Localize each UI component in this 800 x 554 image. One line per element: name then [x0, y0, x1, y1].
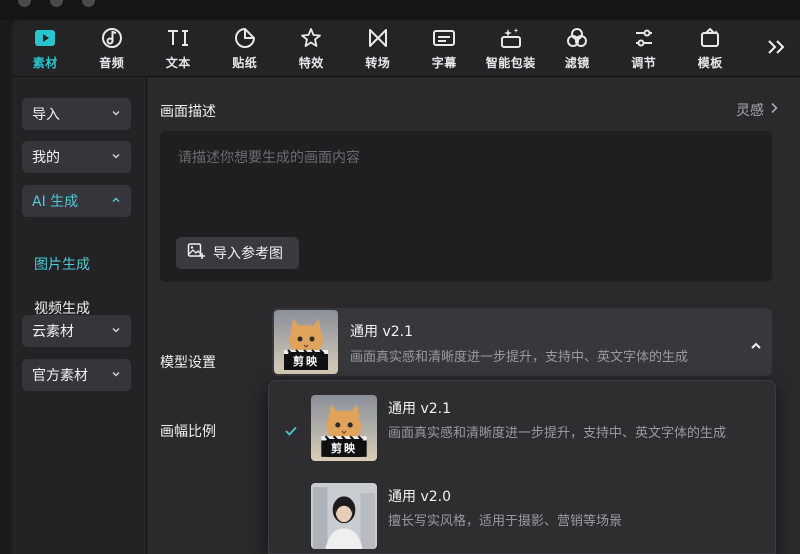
sidebar-item-label: 导入 — [32, 107, 60, 123]
sidebar: 导入 我的 AI 生成 图片生成 视频生成 云素材 官方素材 — [12, 78, 147, 554]
prompt-input[interactable] — [160, 131, 772, 231]
sidebar-item-label: 我的 — [32, 150, 60, 166]
adjust-sliders-icon — [632, 26, 656, 50]
import-reference-label: 导入参考图 — [213, 246, 283, 262]
model-settings-label: 模型设置 — [160, 355, 216, 371]
thumbnail-clapper-text: 剪映 — [326, 439, 362, 457]
model-option-v2-1[interactable]: 剪映 通用 v2.1 画面真实感和清晰度进一步提升，支持中、英文字体的生成 — [269, 381, 775, 475]
sidebar-item-label: 云素材 — [32, 324, 74, 340]
toolbar-item-label: 调节 — [631, 55, 657, 70]
inspiration-label: 灵感 — [736, 103, 764, 119]
toolbar-item-subtitle[interactable]: 字幕 — [411, 20, 478, 77]
model-option-v2-0[interactable]: 通用 v2.0 擅长写实风格，适用于摄影、营销等场景 — [269, 469, 775, 553]
toolbar-item-filter[interactable]: 滤镜 — [544, 20, 611, 77]
aspect-ratio-label: 画幅比例 — [160, 424, 216, 440]
text-icon — [166, 26, 190, 50]
toolbar-more-button[interactable] — [762, 36, 792, 62]
toolbar-item-label: 特效 — [298, 55, 324, 70]
toolbar-item-label: 滤镜 — [564, 55, 590, 70]
toolbar-item-template[interactable]: 模板 — [677, 20, 744, 77]
thumbnail-clapper-text: 剪映 — [288, 352, 324, 370]
chevron-right-icon — [770, 102, 778, 118]
chevron-up-icon — [111, 193, 121, 209]
sidebar-item-mine[interactable]: 我的 — [22, 141, 131, 173]
chevron-up-icon — [750, 336, 762, 355]
chevron-down-icon — [111, 323, 121, 339]
window-minimize-control[interactable] — [50, 0, 63, 7]
toolbar-item-label: 素材 — [32, 55, 58, 70]
model-thumbnail — [311, 483, 377, 549]
selected-model-name: 通用 v2.1 — [350, 324, 413, 340]
toolbar-item-adjust[interactable]: 调节 — [611, 20, 678, 77]
sidebar-item-image-generate[interactable]: 图片生成 — [34, 254, 90, 274]
toolbar-item-sticker[interactable]: 贴纸 — [212, 20, 279, 77]
toolbar-item-audio[interactable]: 音频 — [79, 20, 146, 77]
toolbar-item-transition[interactable]: 转场 — [345, 20, 412, 77]
window-titlebar — [0, 0, 800, 20]
model-thumbnail: 剪映 — [274, 310, 338, 374]
toolbar-item-label: 转场 — [365, 55, 391, 70]
model-option-name: 通用 v2.1 — [388, 401, 451, 417]
window-zoom-control[interactable] — [82, 0, 95, 7]
chevron-down-icon — [111, 106, 121, 122]
toolbar-item-label: 文本 — [165, 55, 191, 70]
toolbar-item-label: 模板 — [697, 55, 723, 70]
prompt-box: 导入参考图 — [160, 131, 772, 282]
model-dropdown: 剪映 通用 v2.1 画面真实感和清晰度进一步提升，支持中、英文字体的生成 通用… — [268, 380, 776, 554]
selected-model-description: 画面真实感和清晰度进一步提升，支持中、英文字体的生成 — [350, 350, 689, 365]
chevron-down-icon — [111, 367, 121, 383]
double-chevron-right-icon — [766, 39, 788, 59]
sidebar-item-ai-generate[interactable]: AI 生成 — [22, 185, 131, 217]
sidebar-item-label: AI 生成 — [32, 194, 79, 210]
add-image-icon — [187, 242, 205, 264]
toolbar-item-label: 贴纸 — [232, 55, 258, 70]
sidebar-item-official-assets[interactable]: 官方素材 — [22, 359, 131, 391]
effects-star-icon — [299, 26, 323, 50]
sticker-icon — [233, 26, 257, 50]
model-option-name: 通用 v2.0 — [388, 489, 451, 505]
import-reference-button[interactable]: 导入参考图 — [176, 237, 299, 269]
chevron-down-icon — [111, 149, 121, 165]
window-close-control[interactable] — [18, 0, 31, 7]
top-toolbar: 素材 音频 文本 贴纸 特效 转场 字幕 智能包装 滤镜 调节 模板 — [12, 20, 800, 77]
inspiration-link[interactable]: 灵感 — [736, 100, 778, 120]
model-thumbnail: 剪映 — [311, 395, 377, 461]
music-note-icon — [100, 26, 124, 50]
filter-icon — [565, 26, 589, 50]
model-option-description: 擅长写实风格，适用于摄影、营销等场景 — [388, 514, 623, 529]
sidebar-item-cloud-assets[interactable]: 云素材 — [22, 315, 131, 347]
sidebar-item-import[interactable]: 导入 — [22, 98, 131, 130]
toolbar-item-smart-package[interactable]: 智能包装 — [478, 20, 545, 77]
subtitle-icon — [432, 26, 456, 50]
media-play-icon — [33, 26, 57, 50]
sidebar-item-label: 官方素材 — [32, 368, 88, 384]
toolbar-item-label: 智能包装 — [485, 55, 536, 70]
toolbar-item-text[interactable]: 文本 — [145, 20, 212, 77]
toolbar-item-label: 音频 — [99, 55, 125, 70]
transition-icon — [366, 26, 390, 50]
toolbar-item-effects[interactable]: 特效 — [278, 20, 345, 77]
checkmark-icon — [285, 421, 297, 440]
toolbar-item-label: 字幕 — [431, 55, 457, 70]
toolbar-item-media[interactable]: 素材 — [12, 20, 79, 77]
model-select[interactable]: 剪映 通用 v2.1 画面真实感和清晰度进一步提升，支持中、英文字体的生成 — [272, 308, 772, 376]
smart-package-icon — [499, 26, 523, 50]
description-title: 画面描述 — [160, 104, 216, 120]
model-option-description: 画面真实感和清晰度进一步提升，支持中、英文字体的生成 — [388, 426, 727, 441]
template-icon — [698, 26, 722, 50]
